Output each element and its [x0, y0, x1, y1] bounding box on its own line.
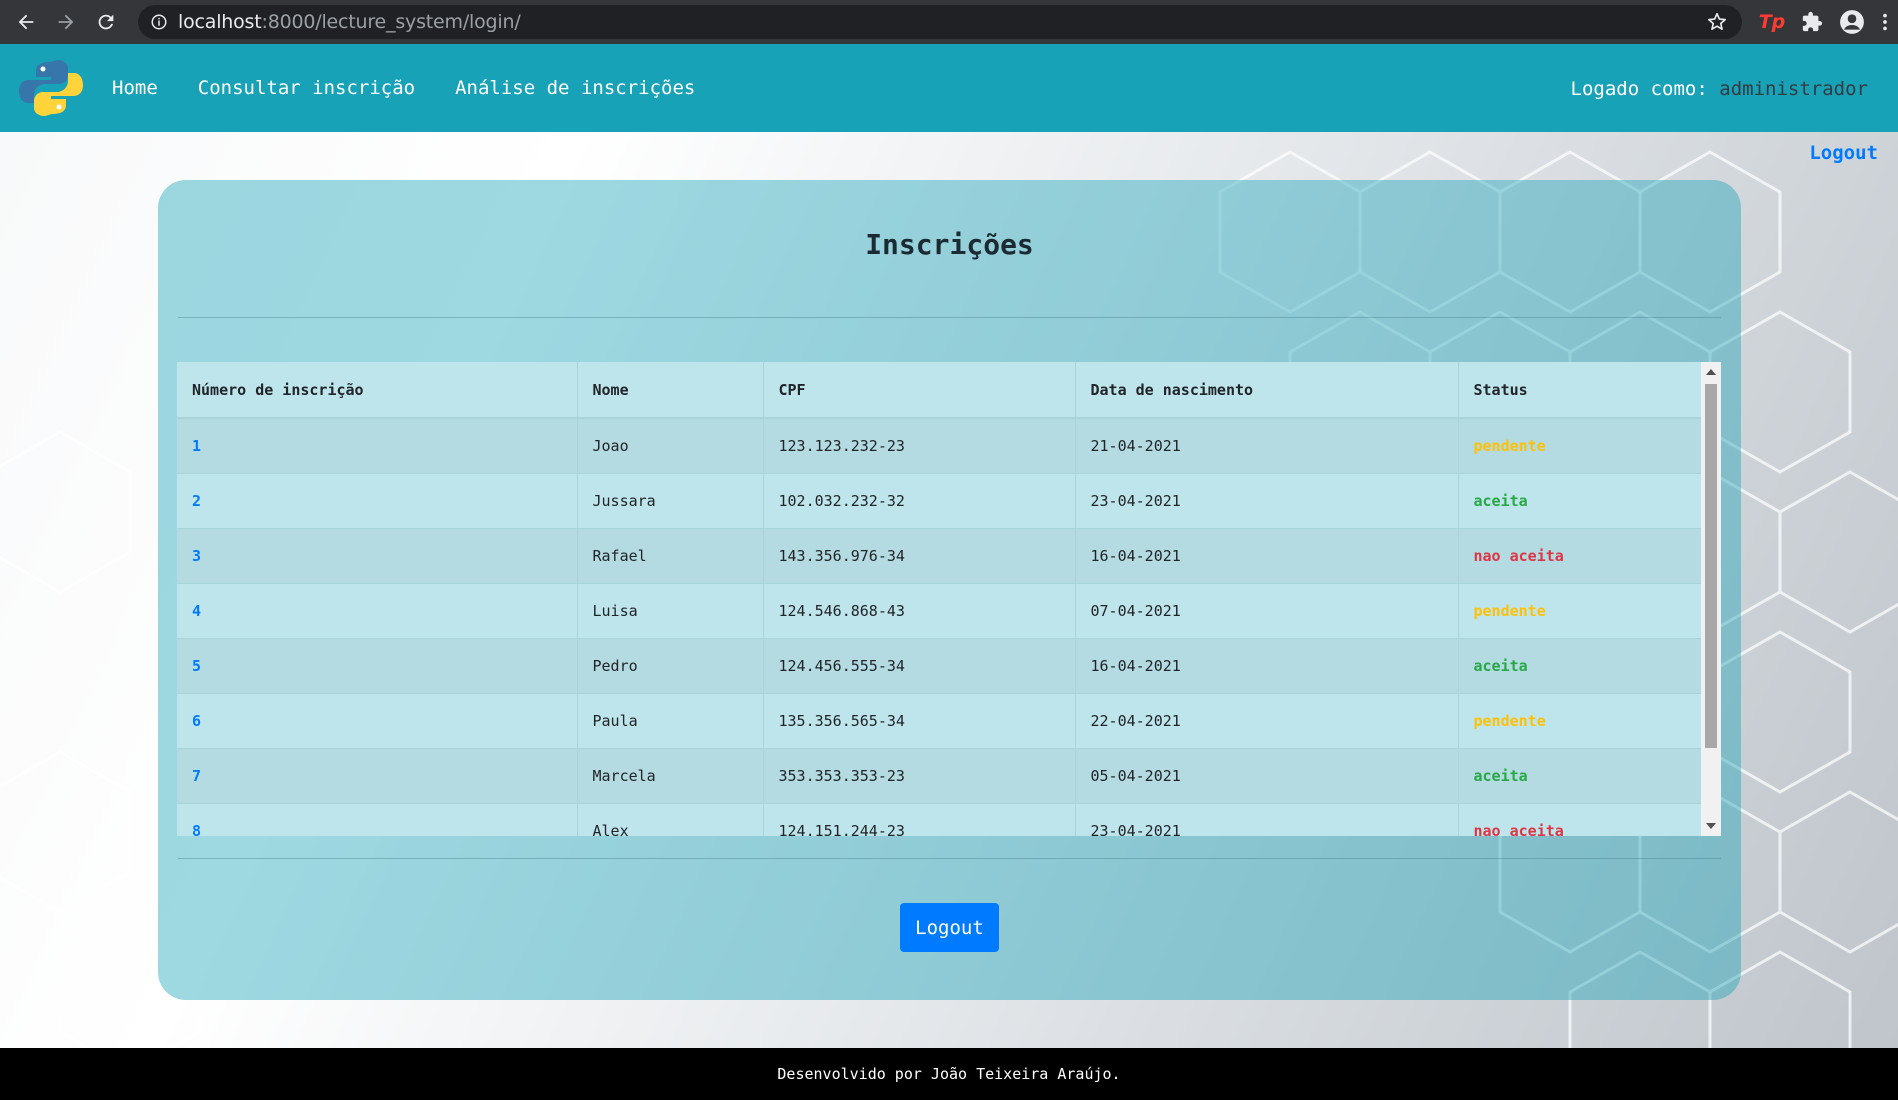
cell-status: aceita	[1457, 747, 1701, 803]
cell-status: nao aceita	[1457, 527, 1701, 583]
cell-numero-link[interactable]: 2	[177, 472, 577, 528]
cell-status: aceita	[1457, 472, 1701, 528]
page-content: Logout Inscrições Número de inscrição No…	[0, 132, 1898, 1048]
table-scrollbar[interactable]	[1701, 362, 1721, 836]
header-nome: Nome	[576, 362, 763, 419]
info-icon[interactable]	[150, 13, 168, 31]
footer: Desenvolvido por João Teixeira Araújo.	[0, 1048, 1898, 1100]
table-row: 6 Paula 135.356.565-34 22-04-2021 pendente	[177, 692, 1701, 748]
table-body: 1 Joao 123.123.232-23 21-04-2021 pendente 2 Ju…	[177, 417, 1701, 836]
python-logo-icon[interactable]	[18, 60, 84, 116]
browser-menu-icon[interactable]	[1878, 8, 1892, 36]
table-row: 7 Marcela 353.353.353-23 05-04-2021 aceita	[177, 747, 1701, 803]
scroll-up-arrow-icon[interactable]	[1706, 369, 1716, 375]
table-row: 8 Alex 124.151.244-23 23-04-2021 nao aceita	[177, 802, 1701, 836]
cell-nome: Joao	[576, 417, 763, 473]
cell-nome: Jussara	[576, 472, 763, 528]
nav-home[interactable]: Home	[112, 77, 158, 99]
table-header-row: Número de inscrição Nome CPF Data de nas…	[177, 362, 1701, 419]
cell-data-nascimento: 23-04-2021	[1074, 472, 1458, 528]
cell-cpf: 353.353.353-23	[762, 747, 1075, 803]
cell-status: nao aceita	[1457, 802, 1701, 836]
cell-cpf: 124.456.555-34	[762, 637, 1075, 693]
cell-nome: Pedro	[576, 637, 763, 693]
cell-data-nascimento: 22-04-2021	[1074, 692, 1458, 748]
cell-numero-link[interactable]: 4	[177, 582, 577, 638]
inscricoes-table-container[interactable]: Número de inscrição Nome CPF Data de nas…	[177, 362, 1721, 836]
cell-status: pendente	[1457, 582, 1701, 638]
logged-in-status: Logado como: administrador	[1571, 78, 1868, 100]
cell-numero-link[interactable]: 6	[177, 692, 577, 748]
bookmark-star-icon[interactable]	[1706, 11, 1728, 33]
address-bar[interactable]: localhost:8000/lecture_system/login/	[138, 5, 1742, 39]
cell-numero-link[interactable]: 1	[177, 417, 577, 473]
back-icon[interactable]	[12, 8, 40, 36]
cell-status: aceita	[1457, 637, 1701, 693]
cell-nome: Marcela	[576, 747, 763, 803]
browser-toolbar: localhost:8000/lecture_system/login/ Tp	[0, 0, 1898, 44]
cell-data-nascimento: 07-04-2021	[1074, 582, 1458, 638]
inscricoes-table: Número de inscrição Nome CPF Data de nas…	[177, 362, 1701, 836]
nav-analise-inscricoes[interactable]: Análise de inscrições	[455, 77, 695, 99]
cell-data-nascimento: 05-04-2021	[1074, 747, 1458, 803]
header-cpf: CPF	[762, 362, 1075, 419]
cell-nome: Alex	[576, 802, 763, 836]
cell-cpf: 102.032.232-32	[762, 472, 1075, 528]
logout-button[interactable]: Logout	[900, 903, 999, 952]
table-row: 4 Luisa 124.546.868-43 07-04-2021 pendente	[177, 582, 1701, 638]
cell-cpf: 135.356.565-34	[762, 692, 1075, 748]
scrollbar-thumb[interactable]	[1705, 384, 1717, 748]
url-path: :8000/lecture_system/login/	[261, 11, 521, 33]
cell-numero-link[interactable]: 8	[177, 802, 577, 836]
cell-nome: Rafael	[576, 527, 763, 583]
table-row: 1 Joao 123.123.232-23 21-04-2021 pendente	[177, 417, 1701, 473]
tp-extension-icon[interactable]: Tp	[1758, 8, 1786, 36]
forward-icon[interactable]	[52, 8, 80, 36]
header-numero: Número de inscrição	[177, 362, 577, 419]
page-title: Inscrições	[865, 228, 1034, 261]
navbar: Home Consultar inscrição Análise de insc…	[0, 44, 1898, 132]
table-row: 2 Jussara 102.032.232-32 23-04-2021 aceita	[177, 472, 1701, 528]
logged-label: Logado como:	[1570, 78, 1708, 100]
cell-status: pendente	[1457, 692, 1701, 748]
cell-numero-link[interactable]: 5	[177, 637, 577, 693]
extensions-puzzle-icon[interactable]	[1798, 8, 1826, 36]
inscricoes-card: Inscrições Número de inscrição Nome CPF …	[158, 180, 1741, 1000]
cell-data-nascimento: 21-04-2021	[1074, 417, 1458, 473]
divider-top	[178, 317, 1721, 318]
scroll-down-arrow-icon[interactable]	[1706, 823, 1716, 829]
table-row: 5 Pedro 124.456.555-34 16-04-2021 aceita	[177, 637, 1701, 693]
url-text[interactable]: localhost:8000/lecture_system/login/	[178, 11, 521, 33]
header-logout-link[interactable]: Logout	[1809, 142, 1878, 164]
header-status: Status	[1457, 362, 1701, 419]
cell-cpf: 123.123.232-23	[762, 417, 1075, 473]
cell-numero-link[interactable]: 7	[177, 747, 577, 803]
cell-nome: Paula	[576, 692, 763, 748]
table-row: 3 Rafael 143.356.976-34 16-04-2021 nao aceit…	[177, 527, 1701, 583]
cell-data-nascimento: 23-04-2021	[1074, 802, 1458, 836]
cell-status: pendente	[1457, 417, 1701, 473]
cell-data-nascimento: 16-04-2021	[1074, 637, 1458, 693]
cell-numero-link[interactable]: 3	[177, 527, 577, 583]
nav-consultar-inscricao[interactable]: Consultar inscrição	[198, 77, 415, 99]
cell-data-nascimento: 16-04-2021	[1074, 527, 1458, 583]
cell-cpf: 124.546.868-43	[762, 582, 1075, 638]
reload-icon[interactable]	[92, 8, 120, 36]
url-host: localhost	[178, 11, 262, 33]
cell-cpf: 143.356.976-34	[762, 527, 1075, 583]
logged-username: administrador	[1719, 78, 1868, 100]
profile-avatar-icon[interactable]	[1838, 8, 1866, 36]
header-data-nascimento: Data de nascimento	[1074, 362, 1458, 419]
cell-nome: Luisa	[576, 582, 763, 638]
divider-bottom	[178, 858, 1721, 859]
cell-cpf: 124.151.244-23	[762, 802, 1075, 836]
